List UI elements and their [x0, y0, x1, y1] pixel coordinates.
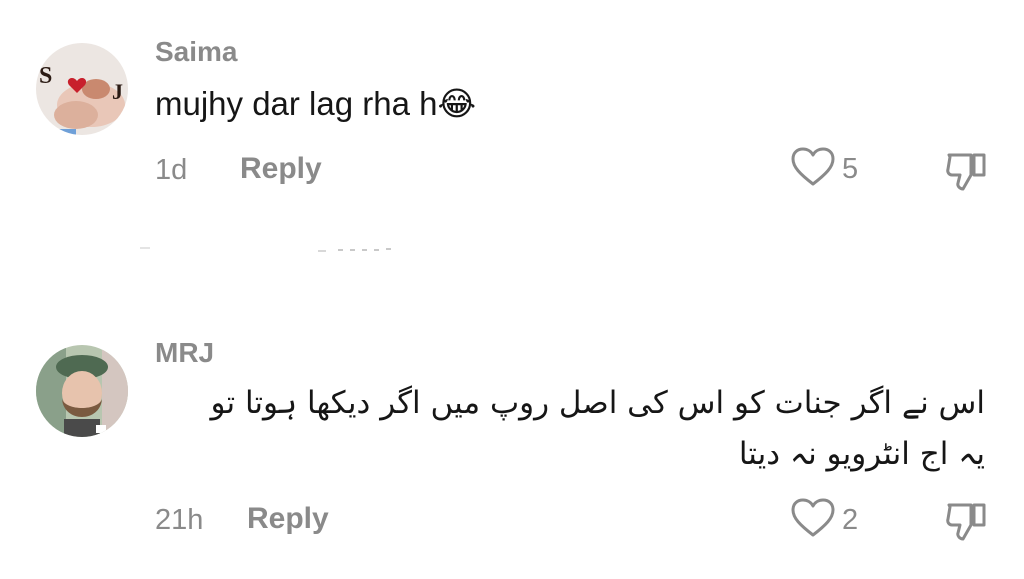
- like-button[interactable]: 2: [790, 497, 858, 544]
- like-count: 2: [842, 504, 859, 536]
- comment-text-line: اس نے اگر جنات کو اس کی اصل روپ میں اگر …: [210, 385, 985, 421]
- comment-text-line: یہ اج انٹرویو نہ دیتا: [738, 436, 985, 472]
- heart-outline-icon[interactable]: [790, 497, 836, 544]
- thumbs-down-icon[interactable]: [944, 503, 990, 547]
- comment-timestamp: 21h: [155, 504, 204, 536]
- username[interactable]: MRJ: [155, 337, 214, 369]
- reply-button[interactable]: Reply: [247, 502, 329, 536]
- comment-item: MRJ اس نے اگر جنات کو اس کی اصل روپ میں …: [0, 0, 1024, 579]
- comment-text: اس نے اگر جنات کو اس کی اصل روپ میں اگر …: [155, 378, 985, 480]
- dislike-button[interactable]: [944, 497, 990, 548]
- avatar[interactable]: [36, 345, 128, 437]
